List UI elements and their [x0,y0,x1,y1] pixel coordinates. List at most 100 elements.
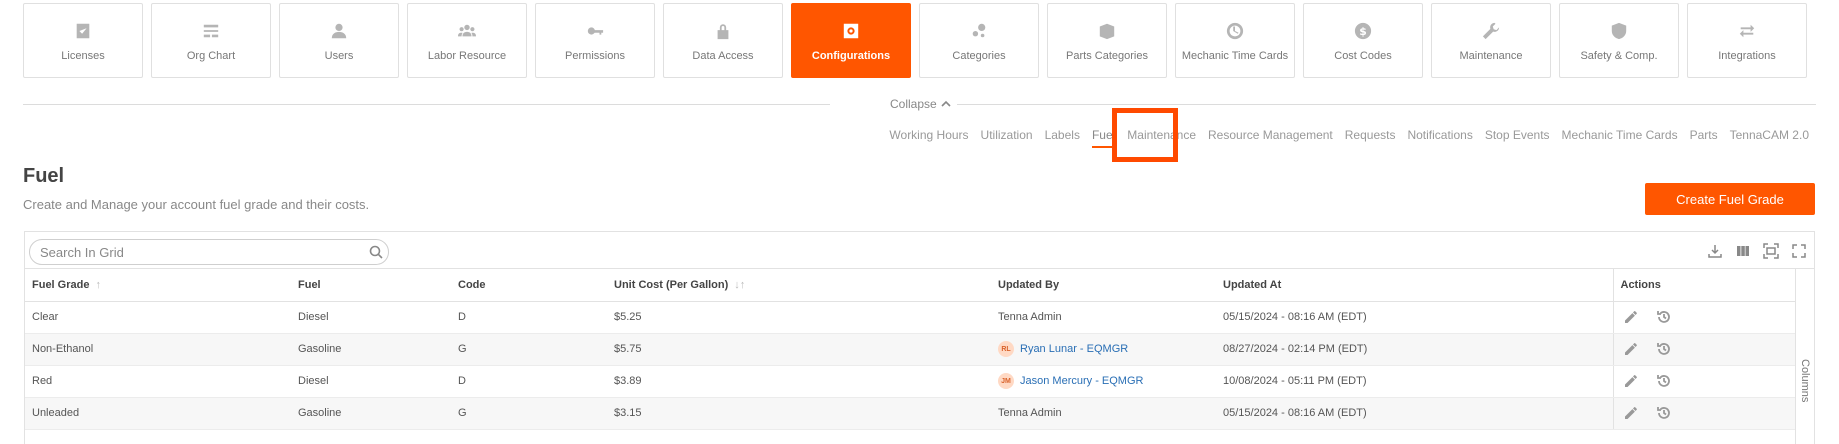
parts-box-icon [1096,20,1118,42]
tile-integrations[interactable]: Integrations [1687,3,1807,78]
tile-permissions[interactable]: Permissions [535,3,655,78]
edit-pencil-icon[interactable] [1621,307,1641,327]
tile-label: Configurations [811,49,891,62]
table-row: Clear Diesel D $5.25 Tenna Admin 05/15/2… [25,301,1797,334]
categories-icon [968,20,990,42]
chevron-up-icon [941,100,951,107]
header-unit-cost[interactable]: Unit Cost (Per Gallon) ↓↑ [607,269,991,302]
cell-code: G [451,397,607,430]
collapse-label: Collapse [890,97,937,111]
edit-pencil-icon[interactable] [1621,403,1641,423]
config-tile-nav: Licenses Org Chart Users Labor Resource … [23,3,1807,78]
license-check-icon [72,20,94,42]
fullscreen-icon[interactable] [1790,242,1808,260]
cell-updated-by: Tenna Admin [991,397,1216,430]
tile-cost-codes[interactable]: $ Cost Codes [1303,3,1423,78]
tile-label: Org Chart [186,49,236,62]
subtab-utilization[interactable]: Utilization [981,128,1033,142]
cell-code: D [451,301,607,334]
tile-label: Parts Categories [1066,49,1148,62]
table-header-row: Fuel Grade ↑ Fuel Code Unit Cost (Per Gal… [25,269,1797,302]
subtab-working-hours[interactable]: Working Hours [889,128,968,142]
cell-updated-at: 05/15/2024 - 08:16 AM (EDT) [1216,397,1613,430]
cell-updated-at: 05/15/2024 - 08:16 AM (EDT) [1216,301,1613,334]
cell-fuel: Diesel [291,365,451,398]
user-icon [328,20,350,42]
subtab-resource-management[interactable]: Resource Management [1208,128,1333,142]
history-icon[interactable] [1654,339,1674,359]
tile-label: Licenses [61,49,105,62]
fuel-table: Fuel Grade ↑ Fuel Code Unit Cost (Per Gal… [25,269,1797,430]
tile-users[interactable]: Users [279,3,399,78]
tile-safety-comp[interactable]: Safety & Comp. [1559,3,1679,78]
tile-org-chart[interactable]: Org Chart [151,3,271,78]
group-icon [456,20,478,42]
header-updated-by[interactable]: Updated By [991,269,1216,302]
create-fuel-grade-button[interactable]: Create Fuel Grade [1645,183,1815,215]
config-subtabs: Working Hours Utilization Labels Fuel Ma… [889,128,1809,148]
subtab-tennacam[interactable]: TennaCAM 2.0 [1730,128,1809,142]
download-icon[interactable] [1706,242,1724,260]
grid-search-input[interactable] [29,239,389,265]
header-fuel-grade[interactable]: Fuel Grade ↑ [25,269,291,302]
tile-categories[interactable]: Categories [919,3,1039,78]
subtab-labels[interactable]: Labels [1045,128,1080,142]
edit-pencil-icon[interactable] [1621,371,1641,391]
columns-icon[interactable] [1734,242,1752,260]
collapse-toggle[interactable]: Collapse [890,97,951,111]
cell-code: G [451,333,607,366]
tile-maintenance[interactable]: Maintenance [1431,3,1551,78]
history-icon[interactable] [1654,371,1674,391]
sort-both-icon: ↓↑ [734,278,746,291]
subtab-parts[interactable]: Parts [1690,128,1718,142]
header-code[interactable]: Code [451,269,607,302]
table-row: Non-Ethanol Gasoline G $5.75 RL Ryan Lun… [25,333,1797,366]
page-title: Fuel [23,165,65,187]
tile-labor-resource[interactable]: Labor Resource [407,3,527,78]
org-chart-icon [200,20,222,42]
user-link[interactable]: JM Jason Mercury - EQMGR [998,373,1143,389]
fuel-grid: Fuel Grade↑ Fuel Code Unit Cost (Per Gal… [24,231,1815,444]
subtab-stop-events[interactable]: Stop Events [1485,128,1550,142]
cell-updated-by: JM Jason Mercury - EQMGR [991,365,1216,398]
cell-updated-by: Tenna Admin [991,301,1216,334]
cell-actions [1612,365,1797,398]
tile-label: Users [324,49,354,62]
tile-mechanic-time-cards[interactable]: Mechanic Time Cards [1175,3,1295,78]
avatar: RL [998,341,1014,357]
tile-data-access[interactable]: Data Access [663,3,783,78]
columns-side-panel-toggle[interactable]: Columns [1795,269,1814,444]
sort-up-icon: ↑ [95,278,101,291]
tile-label: Labor Resource [427,49,507,62]
header-updated-at[interactable]: Updated At [1216,269,1613,302]
subtab-mechanic-time-cards[interactable]: Mechanic Time Cards [1562,128,1678,142]
subtab-notifications[interactable]: Notifications [1407,128,1472,142]
subtab-requests[interactable]: Requests [1345,128,1396,142]
fit-screen-icon[interactable] [1762,242,1780,260]
cell-fuel-grade: Red [25,365,291,398]
columns-label: Columns [1799,359,1811,403]
divider-right [957,104,1816,105]
tile-configurations[interactable]: Configurations [791,3,911,78]
cell-actions [1612,397,1797,430]
edit-pencil-icon[interactable] [1621,339,1641,359]
cell-unit-cost: $5.75 [607,333,991,366]
cell-fuel-grade: Non-Ethanol [25,333,291,366]
tile-parts-categories[interactable]: Parts Categories [1047,3,1167,78]
tile-label: Safety & Comp. [1580,49,1658,62]
header-fuel[interactable]: Fuel [291,269,451,302]
history-icon[interactable] [1654,307,1674,327]
cell-actions [1612,333,1797,366]
tile-label: Maintenance [1459,49,1523,62]
cell-updated-at: 08/27/2024 - 02:14 PM (EDT) [1216,333,1613,366]
cell-updated-by: RL Ryan Lunar - EQMGR [991,333,1216,366]
history-icon[interactable] [1654,403,1674,423]
tile-label: Categories [952,49,1006,62]
cell-fuel: Diesel [291,301,451,334]
tile-label: Cost Codes [1334,49,1392,62]
tile-licenses[interactable]: Licenses [23,3,143,78]
user-link[interactable]: RL Ryan Lunar - EQMGR [998,341,1128,357]
divider-left [23,104,830,105]
svg-text:$: $ [1359,25,1367,38]
fuel-tab-highlight [1112,108,1178,162]
